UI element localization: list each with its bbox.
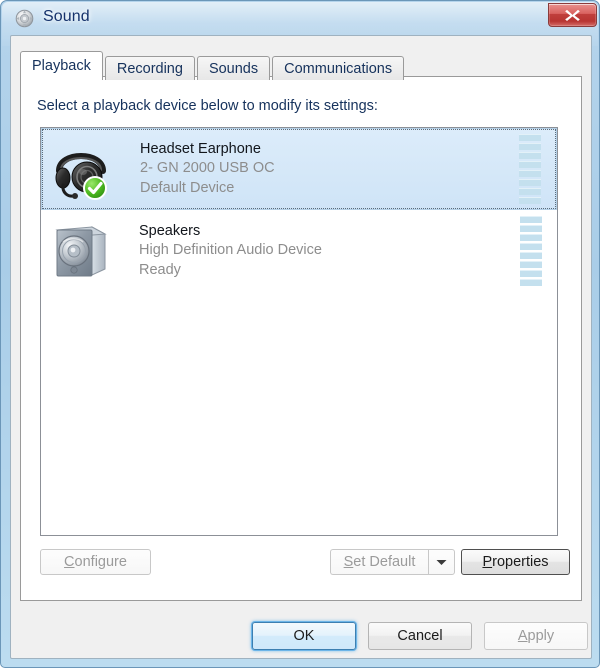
- apply-accel: A: [517, 628, 528, 644]
- set-default-accel: S: [343, 554, 354, 570]
- properties-label-rest: roperties: [492, 554, 549, 570]
- cancel-button[interactable]: Cancel: [368, 622, 472, 650]
- sound-speaker-icon: [15, 9, 34, 28]
- tab-playback[interactable]: Playback: [20, 51, 103, 81]
- dialog-footer: OK Cancel Apply: [11, 612, 593, 659]
- tab-recording[interactable]: Recording: [104, 56, 195, 80]
- chevron-down-icon[interactable]: [428, 549, 455, 575]
- properties-accel: P: [482, 554, 493, 570]
- apply-label-rest: pply: [527, 628, 555, 644]
- window-title: Sound: [43, 8, 90, 25]
- device-description: 2- GN 2000 USB OC: [140, 160, 275, 177]
- volume-meter-headset: [519, 134, 541, 204]
- volume-meter-speakers: [520, 216, 542, 286]
- tab-communications-label: Communications: [284, 60, 393, 77]
- properties-button[interactable]: Properties: [461, 549, 570, 575]
- set-default-label-rest: et Default: [353, 554, 416, 570]
- device-list[interactable]: Headset Earphone 2- GN 2000 USB OC Defau…: [40, 127, 558, 536]
- speaker-icon: [49, 220, 111, 282]
- tab-communications[interactable]: Communications: [272, 56, 405, 80]
- ok-label: OK: [293, 628, 315, 644]
- set-default-split-button[interactable]: Set Default: [330, 549, 455, 575]
- instruction-text: Select a playback device below to modify…: [37, 98, 378, 114]
- cancel-label: Cancel: [397, 628, 443, 644]
- device-description: High Definition Audio Device: [139, 242, 322, 259]
- device-list-item-headset[interactable]: Headset Earphone 2- GN 2000 USB OC Defau…: [41, 128, 557, 210]
- device-list-item-speakers[interactable]: Speakers High Definition Audio Device Re…: [41, 210, 557, 292]
- configure-label-rest: onfigure: [74, 554, 127, 570]
- configure-accel: C: [64, 554, 75, 570]
- device-status: Ready: [139, 261, 181, 278]
- device-name: Headset Earphone: [140, 141, 261, 158]
- tab-recording-label: Recording: [116, 60, 183, 77]
- tab-playback-label: Playback: [32, 58, 91, 74]
- dialog-body: Playback Recording Sounds Communications…: [10, 35, 592, 659]
- close-button[interactable]: [548, 3, 597, 27]
- device-text-headset: Headset Earphone 2- GN 2000 USB OC Defau…: [140, 140, 275, 198]
- set-default-button[interactable]: Set Default: [330, 549, 428, 575]
- device-name: Speakers: [139, 223, 201, 240]
- headset-icon: [50, 138, 112, 200]
- sound-dialog-window: Sound Playback Recording Sounds Communic…: [0, 0, 600, 668]
- tab-sounds[interactable]: Sounds: [196, 56, 271, 80]
- titlebar: Sound: [1, 1, 600, 35]
- tab-sounds-label: Sounds: [208, 60, 259, 77]
- device-text-speakers: Speakers High Definition Audio Device Re…: [139, 222, 322, 280]
- device-status: Default Device: [140, 179, 235, 196]
- apply-button[interactable]: Apply: [484, 622, 588, 650]
- ok-button[interactable]: OK: [252, 622, 356, 650]
- configure-button[interactable]: Configure: [40, 549, 151, 575]
- tabstrip: Playback Recording Sounds Communications: [20, 51, 406, 81]
